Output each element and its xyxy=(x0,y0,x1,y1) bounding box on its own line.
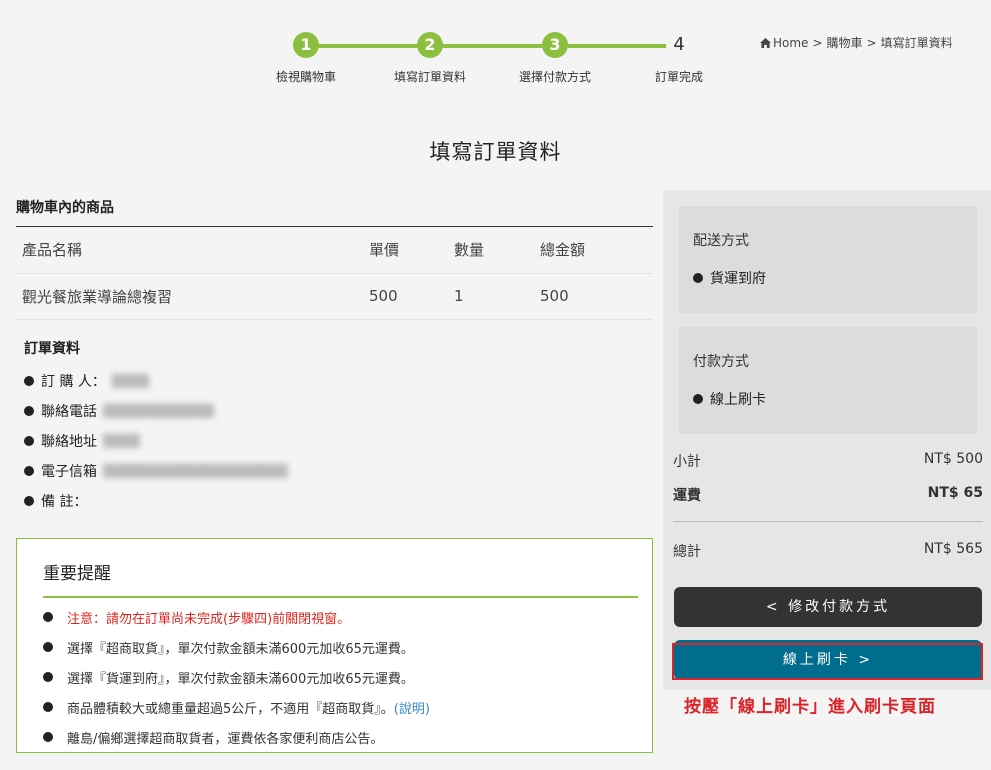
breadcrumb: Home > 購物車 > 填寫訂單資料 xyxy=(760,34,953,51)
breadcrumb-separator: > xyxy=(866,36,877,50)
product-price: 500 xyxy=(363,273,448,320)
shipping-method-box: 配送方式 貨運到府 xyxy=(679,206,977,313)
shipping-fee-value: NT$ 65 xyxy=(927,485,983,501)
redacted-value: ████ xyxy=(111,373,149,388)
list-item: 選擇『超商取貨』，單次付款金額未滿600元加收65元運費。 xyxy=(43,632,652,662)
page-title: 填寫訂單資料 xyxy=(429,140,562,164)
list-item: 商品體積較大或總重量超過5公斤，不適用『超商取貨』。 (說明) xyxy=(43,692,652,722)
instruction-annotation: 按壓「線上刷卡」進入刷卡頁面 xyxy=(684,697,936,717)
note-label: 備 註： xyxy=(41,493,88,510)
total-value: NT$ 565 xyxy=(923,541,983,557)
redacted-value: ████ xyxy=(103,433,140,448)
product-name: 觀光餐旅業導論總複習 xyxy=(16,273,363,320)
reminder-text: 選擇『超商取貨』，單次付款金額未滿600元加收65元運費。 xyxy=(67,641,414,657)
bullet-icon xyxy=(693,273,703,283)
step-connector xyxy=(568,44,672,48)
step-4-label: 訂單完成 xyxy=(654,70,704,84)
payment-method-box: 付款方式 線上刷卡 xyxy=(679,327,977,434)
step-2-number: 2 xyxy=(417,32,443,58)
total-label: 總計 xyxy=(673,544,701,560)
list-item: 注意：請勿在訂單尚未完成(步驟四)前關閉視窗。 xyxy=(43,602,652,632)
subtotal-value: NT$ 500 xyxy=(923,451,983,467)
bullet-icon xyxy=(43,702,53,712)
table-row: 觀光餐旅業導論總複習 500 1 500 xyxy=(16,273,653,320)
list-item: 選擇『貨運到府』，單次付款金額未滿600元加收65元運費。 xyxy=(43,662,652,692)
modify-payment-button[interactable]: < 修改付款方式 xyxy=(674,587,982,627)
column-header-product: 產品名稱 xyxy=(16,227,363,274)
shipping-method-title: 配送方式 xyxy=(693,233,749,249)
step-connector xyxy=(306,44,420,48)
order-info-section: 訂單資料 訂 購 人： ████ 聯絡電話 ████████████ 聯絡地址 ███… xyxy=(16,320,653,516)
checkout-progress: 1 2 3 4 檢視購物車 填寫訂單資料 選擇付款方式 訂單完成 xyxy=(268,32,718,92)
payment-method-title: 付款方式 xyxy=(693,354,749,370)
bullet-icon xyxy=(24,375,34,386)
redacted-value: ████████████████████ xyxy=(103,463,288,478)
note-row: 備 註： xyxy=(24,486,653,516)
step-3-number: 3 xyxy=(542,32,568,58)
step-connector xyxy=(442,44,542,48)
bullet-icon xyxy=(43,672,53,682)
product-qty: 1 xyxy=(448,273,534,320)
total-row: 總計 NT$ 565 xyxy=(673,541,983,561)
bullet-icon xyxy=(693,394,703,404)
column-header-total: 總金額 xyxy=(534,227,653,274)
phone-row: 聯絡電話 ████████████ xyxy=(24,396,653,426)
breadcrumb-cart-link[interactable]: 購物車 xyxy=(827,36,863,50)
bullet-icon xyxy=(24,405,34,416)
checkout-summary-panel: 配送方式 貨運到府 付款方式 線上刷卡 小計 NT$ 500 運費 NT$ 65 總… xyxy=(663,190,991,690)
list-item: 離島/偏鄉選擇超商取貨者，運費依各家便利商店公告。 xyxy=(43,722,652,752)
address-label: 聯絡地址 xyxy=(41,433,97,450)
column-header-qty: 數量 xyxy=(448,227,534,274)
pay-online-highlight-frame xyxy=(672,643,983,680)
phone-label: 聯絡電話 xyxy=(41,403,97,420)
payment-method-option: 線上刷卡 xyxy=(693,389,977,409)
shipping-method-value: 貨運到府 xyxy=(710,271,766,287)
reminder-list: 注意：請勿在訂單尚未完成(步驟四)前關閉視窗。 選擇『超商取貨』，單次付款金額未… xyxy=(17,598,652,752)
step-3-label: 選擇付款方式 xyxy=(518,70,592,84)
payment-method-value: 線上刷卡 xyxy=(710,392,766,408)
shipping-fee-row: 運費 NT$ 65 xyxy=(673,485,983,505)
column-header-price: 單價 xyxy=(363,227,448,274)
cart-table: 產品名稱 單價 數量 總金額 觀光餐旅業導論總複習 500 1 500 xyxy=(16,227,653,320)
step-2-label: 填寫訂單資料 xyxy=(393,70,467,84)
orderer-row: 訂 購 人： ████ xyxy=(24,366,653,396)
table-header-row: 產品名稱 單價 數量 總金額 xyxy=(16,227,653,274)
email-row: 電子信箱 ████████████████████ xyxy=(24,456,653,486)
subtotal-row: 小計 NT$ 500 xyxy=(673,451,983,471)
shipping-method-option: 貨運到府 xyxy=(693,268,977,288)
step-1-label: 檢視購物車 xyxy=(275,70,337,84)
breadcrumb-current: 填寫訂單資料 xyxy=(880,36,953,50)
home-icon xyxy=(760,38,771,48)
cart-heading: 購物車內的商品 xyxy=(16,190,653,227)
reminder-text: 選擇『貨運到府』，單次付款金額未滿600元加收65元運費。 xyxy=(67,671,414,687)
email-label: 電子信箱 xyxy=(41,463,97,480)
shipping-fee-label: 運費 xyxy=(673,488,701,504)
reminder-heading: 重要提醒 xyxy=(43,559,638,598)
reminder-text: 注意：請勿在訂單尚未完成(步驟四)前關閉視窗。 xyxy=(67,611,351,627)
bullet-icon xyxy=(43,732,53,742)
address-row: 聯絡地址 ████ xyxy=(24,426,653,456)
bullet-icon xyxy=(24,495,34,506)
product-total: 500 xyxy=(534,273,653,320)
orderer-label: 訂 購 人： xyxy=(41,373,106,390)
breadcrumb-separator: > xyxy=(812,36,823,50)
bullet-icon xyxy=(43,642,53,652)
subtotal-label: 小計 xyxy=(673,454,701,470)
important-reminder-box: 重要提醒 注意：請勿在訂單尚未完成(步驟四)前關閉視窗。 選擇『超商取貨』，單次… xyxy=(16,538,653,753)
bullet-icon xyxy=(43,612,53,622)
bullet-icon xyxy=(24,435,34,446)
explanation-link[interactable]: (說明) xyxy=(394,698,430,717)
redacted-value: ████████████ xyxy=(103,403,214,418)
order-details-panel: 購物車內的商品 產品名稱 單價 數量 總金額 觀光餐旅業導論總複習 500 1 … xyxy=(16,190,653,516)
step-4-number: 4 xyxy=(666,32,692,58)
summary-divider xyxy=(673,521,983,522)
reminder-text: 商品體積較大或總重量超過5公斤，不適用『超商取貨』。 xyxy=(67,701,394,717)
order-info-heading: 訂單資料 xyxy=(24,340,80,357)
reminder-text: 離島/偏鄉選擇超商取貨者，運費依各家便利商店公告。 xyxy=(67,731,384,747)
bullet-icon xyxy=(24,465,34,476)
breadcrumb-home-link[interactable]: Home xyxy=(773,36,808,50)
step-1-number: 1 xyxy=(293,32,319,58)
